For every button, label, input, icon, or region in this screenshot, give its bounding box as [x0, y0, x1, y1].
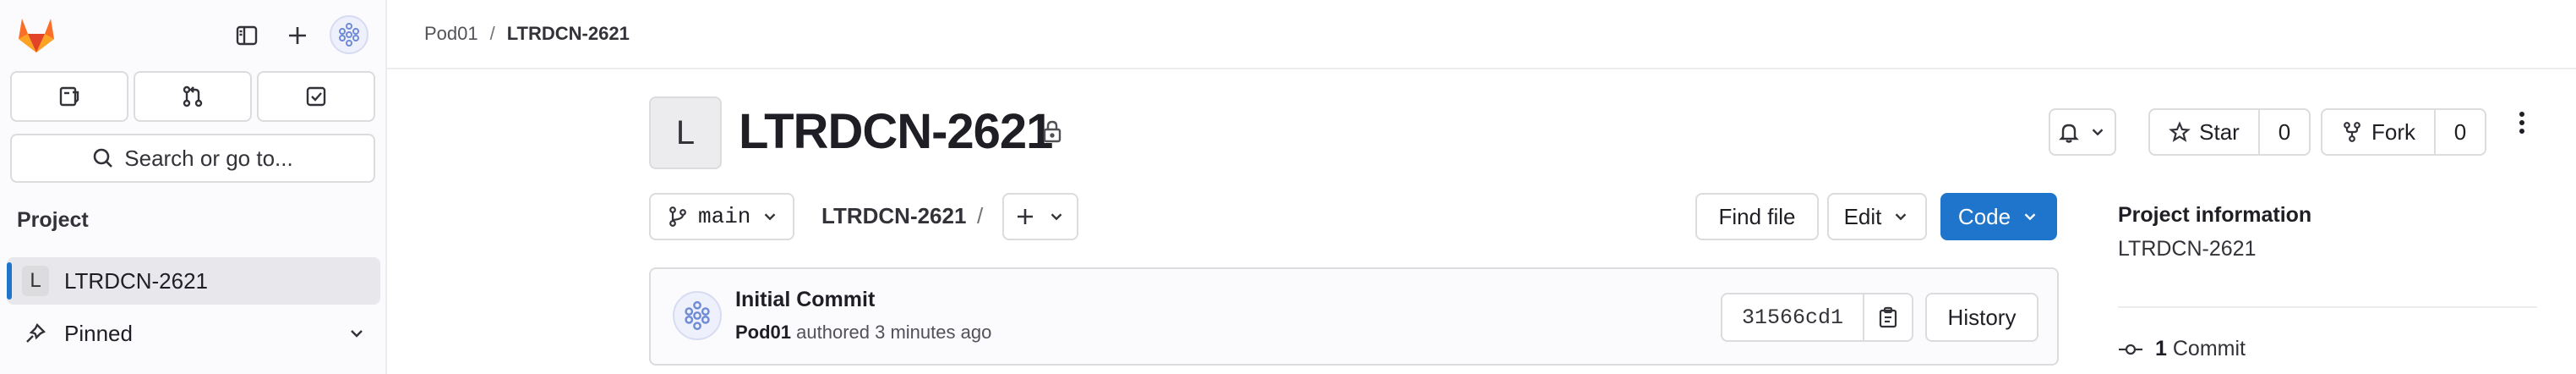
branch-name: main	[698, 204, 751, 229]
find-file-button[interactable]: Find file	[1695, 193, 1819, 240]
plus-icon	[1015, 206, 1035, 227]
fork-label: Fork	[2371, 118, 2415, 145]
copy-icon	[1877, 305, 1899, 329]
path-separator: /	[977, 203, 984, 228]
left-sidebar: Search or go to... Project L LTRDCN-2621…	[0, 0, 387, 374]
edit-label: Edit	[1843, 203, 1882, 229]
breadcrumb-item-project[interactable]: LTRDCN-2621	[507, 23, 630, 45]
lock-icon	[1041, 118, 1063, 144]
issues-button[interactable]	[10, 71, 128, 122]
project-badge: L	[22, 266, 49, 296]
star-button-group: Star 0	[2148, 108, 2311, 156]
commit-count-label: Commit	[2172, 337, 2246, 360]
sidebar-item-pinned[interactable]: Pinned	[7, 310, 380, 357]
commit-meta: Pod01 authored 3 minutes ago	[735, 322, 991, 344]
sidebar-item-label: LTRDCN-2621	[64, 267, 209, 294]
star-label: Star	[2199, 118, 2240, 145]
divider	[2118, 306, 2537, 308]
sidebar-section-project: Project	[17, 208, 89, 232]
project-info-heading: Project information	[2118, 203, 2312, 227]
search-button[interactable]: Search or go to...	[10, 134, 375, 183]
page-title: LTRDCN-2621	[739, 104, 1053, 159]
commit-icon	[2118, 341, 2143, 358]
merge-requests-icon	[180, 84, 205, 109]
search-icon	[92, 147, 114, 169]
copy-sha-button[interactable]	[1864, 294, 1912, 340]
todos-icon	[303, 84, 329, 109]
search-label: Search or go to...	[124, 145, 293, 171]
fork-button-group: Fork 0	[2321, 108, 2486, 156]
commit-count: 1	[2155, 337, 2167, 360]
merge-requests-button[interactable]	[134, 71, 252, 122]
sidebar-item-label: Pinned	[64, 320, 133, 346]
commit-author[interactable]: Pod01	[735, 322, 791, 343]
breadcrumb: Pod01 / LTRDCN-2621	[387, 0, 2576, 69]
fork-icon	[2341, 121, 2363, 143]
commit-meta-text: authored 3 minutes ago	[796, 322, 992, 343]
commit-sha[interactable]: 31566cd1	[1722, 294, 1864, 340]
last-commit-panel: Initial Commit Pod01 authored 3 minutes …	[649, 267, 2059, 366]
sidebar-toggle-icon[interactable]	[228, 17, 265, 54]
chevron-down-icon	[2088, 123, 2107, 141]
star-count[interactable]: 0	[2260, 110, 2309, 154]
chevron-down-icon	[2021, 207, 2039, 226]
user-avatar[interactable]	[330, 15, 368, 54]
active-indicator	[7, 262, 12, 300]
code-label: Code	[1957, 203, 2011, 229]
avatar[interactable]	[673, 291, 722, 340]
history-button[interactable]: History	[1925, 293, 2038, 342]
project-avatar: L	[649, 96, 722, 169]
commit-title[interactable]: Initial Commit	[735, 288, 875, 312]
todos-button[interactable]	[257, 71, 375, 122]
chevron-down-icon	[1047, 207, 1066, 226]
commit-sha-group: 31566cd1	[1721, 293, 1913, 342]
commits-link[interactable]: 1 Commit	[2118, 337, 2246, 361]
code-dropdown[interactable]: Code	[1940, 193, 2057, 240]
pin-icon	[22, 322, 49, 344]
plus-icon[interactable]	[279, 17, 316, 54]
breadcrumb-item-group[interactable]: Pod01	[424, 23, 478, 45]
project-info-name: LTRDCN-2621	[2118, 237, 2257, 261]
star-icon	[2169, 121, 2191, 143]
fork-button[interactable]: Fork	[2322, 110, 2434, 154]
branch-selector[interactable]: main	[649, 193, 794, 240]
star-button[interactable]: Star	[2150, 110, 2258, 154]
repo-path-root[interactable]: LTRDCN-2621	[821, 203, 966, 229]
issues-icon	[57, 84, 82, 109]
chevron-down-icon	[347, 323, 367, 344]
breadcrumb-separator: /	[489, 23, 495, 44]
add-to-tree-dropdown[interactable]	[1002, 193, 1078, 240]
branch-icon	[668, 206, 688, 228]
notifications-dropdown[interactable]	[2049, 108, 2116, 156]
gitlab-logo[interactable]	[15, 14, 57, 56]
more-actions-icon[interactable]	[2512, 110, 2532, 135]
chevron-down-icon	[1891, 207, 1910, 226]
fork-count[interactable]: 0	[2436, 110, 2485, 154]
sidebar-item-project[interactable]: L LTRDCN-2621	[7, 257, 380, 305]
bell-icon	[2058, 121, 2080, 143]
chevron-down-icon	[761, 207, 779, 226]
edit-dropdown[interactable]: Edit	[1827, 193, 1927, 240]
